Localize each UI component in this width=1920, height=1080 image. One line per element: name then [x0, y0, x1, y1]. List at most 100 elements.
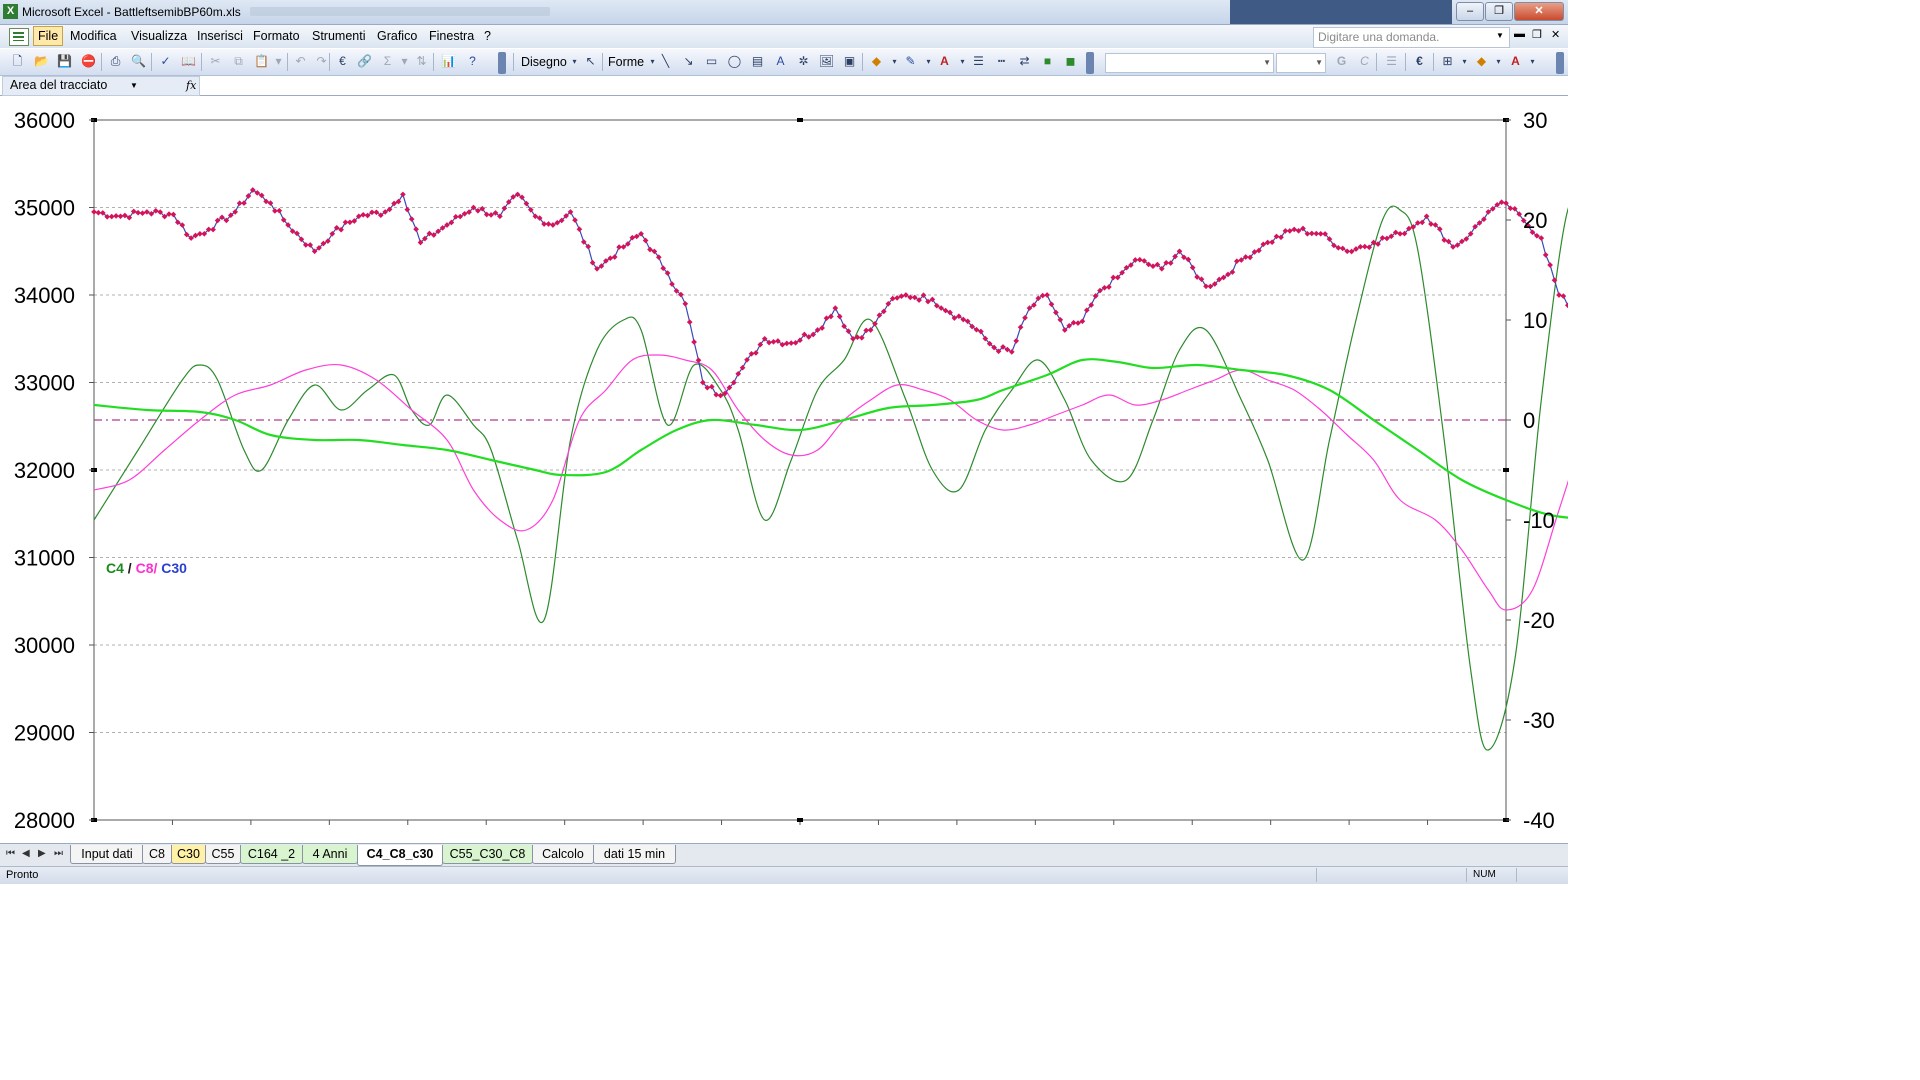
prev-sheet-icon[interactable]: ◀	[22, 848, 30, 859]
menu-help[interactable]: ?	[484, 29, 491, 43]
oval-icon[interactable]: ◯	[726, 53, 743, 70]
chevron-down-icon[interactable]: ▼	[130, 81, 138, 90]
close-button[interactable]: ✕	[1514, 2, 1564, 21]
chevron-down-icon[interactable]: ▾	[396, 53, 413, 70]
euro-conversion-icon[interactable]: €	[334, 53, 351, 70]
fill-color-icon[interactable]: ◆	[868, 53, 885, 70]
autosum-icon[interactable]: Σ	[379, 53, 396, 70]
sheet-tab[interactable]: Input dati	[70, 845, 144, 864]
next-sheet-icon[interactable]: ▶	[38, 848, 46, 859]
chevron-down-icon[interactable]: ▾	[886, 53, 903, 70]
sheet-tab[interactable]: C4_C8_c30	[357, 845, 443, 866]
menu-grafico[interactable]: Grafico	[377, 29, 417, 43]
workbook-icon[interactable]	[9, 28, 29, 46]
excel-icon[interactable]: X	[3, 4, 18, 19]
chart-area[interactable]: 36000 35000 34000 33000 32000 31000 30000 29000…	[0, 96, 1568, 842]
undo-icon[interactable]: ↶	[292, 53, 309, 70]
arrow-icon[interactable]: ↘	[680, 53, 697, 70]
copy-icon[interactable]: ⧉	[230, 53, 247, 70]
sheet-tab[interactable]: C8	[142, 845, 172, 864]
font-color-icon[interactable]: A	[1507, 53, 1524, 70]
sort-icon[interactable]: ⇅	[413, 53, 430, 70]
chevron-down-icon[interactable]: ▾	[566, 53, 583, 70]
rectangle-icon[interactable]: ▭	[703, 53, 720, 70]
spelling-icon[interactable]: ✓	[157, 53, 174, 70]
3d-icon[interactable]: ◼	[1062, 53, 1079, 70]
help-icon[interactable]: ?	[464, 53, 481, 70]
close-workbook-icon[interactable]: ✕	[1551, 28, 1560, 41]
menu-visualizza[interactable]: Visualizza	[131, 29, 187, 43]
wordart-icon[interactable]: A	[772, 53, 789, 70]
last-sheet-icon[interactable]: ⏭	[54, 848, 63, 859]
toolbar-grip[interactable]	[1086, 52, 1094, 74]
diagram-icon[interactable]: ✲	[795, 53, 812, 70]
italic-button[interactable]: C	[1356, 53, 1373, 70]
sheet-tab[interactable]: dati 15 min	[593, 845, 676, 864]
sheet-tab[interactable]: C164 _2	[240, 845, 303, 864]
cut-icon[interactable]: ✂	[207, 53, 224, 70]
picture-icon[interactable]: ▣	[841, 53, 858, 70]
help-question-input[interactable]: Digitare una domanda.	[1313, 27, 1510, 48]
chevron-down-icon[interactable]: ▾	[1456, 53, 1473, 70]
sheet-tab[interactable]: 4 Anni	[302, 845, 358, 864]
paste-icon[interactable]: 📋	[253, 53, 270, 70]
sheet-tab[interactable]: C55	[205, 845, 241, 864]
chevron-down-icon[interactable]: ▾	[920, 53, 937, 70]
menu-modifica[interactable]: Modifica	[70, 29, 117, 43]
chevron-down-icon[interactable]: ▼	[1315, 58, 1323, 67]
redo-icon[interactable]: ↷	[313, 53, 330, 70]
clipart-icon[interactable]: 🖼	[818, 53, 835, 70]
save-icon[interactable]: 💾	[56, 53, 73, 70]
shadow-icon[interactable]: ■	[1039, 53, 1056, 70]
toolbar-grip[interactable]	[498, 52, 506, 74]
font-name-combo[interactable]: ▼	[1105, 53, 1274, 73]
toolbar-grip[interactable]	[1556, 52, 1564, 74]
first-sheet-icon[interactable]: ⏮	[6, 848, 15, 859]
textbox-icon[interactable]: ▤	[749, 53, 766, 70]
research-icon[interactable]: 📖	[180, 53, 197, 70]
minimize-button[interactable]: –	[1456, 2, 1484, 21]
autoshapes-menu[interactable]: Forme	[608, 55, 644, 69]
select-objects-icon[interactable]: ↖	[582, 53, 599, 70]
font-color-icon[interactable]: A	[936, 53, 953, 70]
chevron-down-icon[interactable]: ▾	[954, 53, 971, 70]
name-box[interactable]: Area del tracciato ▼ fx	[2, 76, 200, 96]
new-icon[interactable]: 🗋	[9, 53, 26, 70]
menu-inserisci[interactable]: Inserisci	[197, 29, 243, 43]
align-icon[interactable]: ☰	[1383, 53, 1400, 70]
sheet-tab[interactable]: C55_C30_C8	[442, 845, 533, 864]
chevron-down-icon[interactable]: ▾	[270, 53, 287, 70]
fill-color-icon[interactable]: ◆	[1473, 53, 1490, 70]
restore-workbook-icon[interactable]: ❐	[1532, 28, 1542, 41]
arrow-style-icon[interactable]: ⇄	[1016, 53, 1033, 70]
hyperlink-icon[interactable]: 🔗	[356, 53, 373, 70]
drawing-menu[interactable]: Disegno	[521, 55, 567, 69]
print-icon[interactable]: ⎙	[107, 53, 124, 70]
price-marker	[1428, 221, 1434, 227]
chart-wizard-icon[interactable]: 📊	[440, 53, 457, 70]
line-icon[interactable]: ╲	[657, 53, 674, 70]
sheet-tab[interactable]: Calcolo	[532, 845, 594, 864]
chevron-down-icon[interactable]: ▾	[1524, 53, 1541, 70]
chevron-down-icon[interactable]: ▾	[1490, 53, 1507, 70]
currency-button[interactable]: €	[1411, 53, 1428, 70]
dash-style-icon[interactable]: ┅	[993, 53, 1010, 70]
menu-strumenti[interactable]: Strumenti	[312, 29, 366, 43]
minimize-workbook-icon[interactable]: ▬	[1514, 28, 1525, 40]
menu-formato[interactable]: Formato	[253, 29, 300, 43]
permission-icon[interactable]: ⛔	[80, 53, 97, 70]
restore-button[interactable]: ❐	[1485, 2, 1513, 21]
sheet-tab[interactable]: C30	[171, 845, 206, 864]
font-size-combo[interactable]: ▼	[1276, 53, 1326, 73]
bold-button[interactable]: G	[1333, 53, 1350, 70]
menu-finestra[interactable]: Finestra	[429, 29, 474, 43]
line-color-icon[interactable]: ✎	[902, 53, 919, 70]
chevron-down-icon[interactable]: ▼	[1263, 58, 1271, 67]
function-icon[interactable]: fx	[186, 79, 196, 92]
menu-file[interactable]: File	[33, 26, 64, 46]
open-icon[interactable]: 📂	[33, 53, 50, 70]
line-style-icon[interactable]: ☰	[970, 53, 987, 70]
chevron-down-icon[interactable]: ▼	[1496, 31, 1504, 40]
print-preview-icon[interactable]: 🔍	[130, 53, 147, 70]
borders-icon[interactable]: ⊞	[1439, 53, 1456, 70]
